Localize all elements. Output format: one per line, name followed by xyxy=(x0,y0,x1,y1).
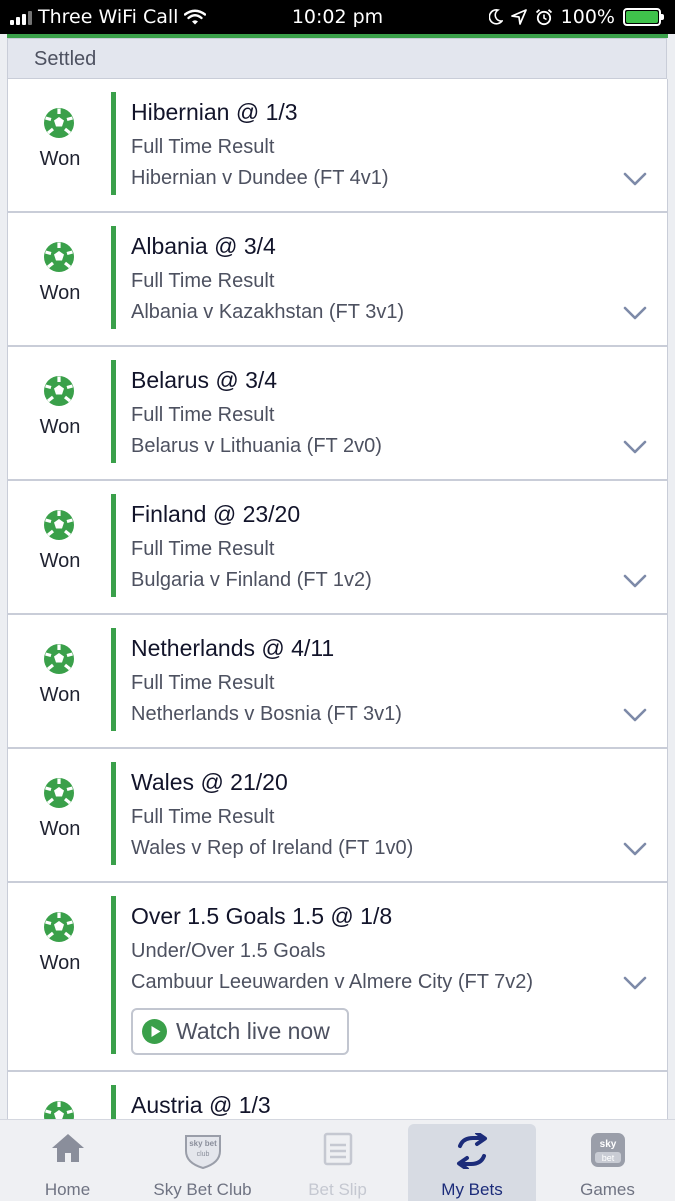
section-title: Settled xyxy=(34,48,97,70)
status-bar-indicator xyxy=(111,92,116,195)
svg-text:club: club xyxy=(196,1151,209,1158)
bet-status: Won xyxy=(39,416,81,438)
bet-selection: Over 1.5 Goals 1.5 @ 1/8 xyxy=(131,903,393,929)
watch-live-button[interactable]: Watch live now xyxy=(131,1008,349,1055)
bet-selection: Albania @ 3/4 xyxy=(131,233,276,259)
bet-event: Albania v Kazakhstan (FT 3v1) xyxy=(131,301,405,323)
bet-market: Full Time Result xyxy=(131,672,275,694)
watch-live-label: Watch live now xyxy=(176,1018,330,1044)
bet-event: Cambuur Leeuwarden v Almere City (FT 7v2… xyxy=(131,971,534,993)
football-icon xyxy=(44,912,74,942)
bet-status: Won xyxy=(39,550,81,572)
tab-sky-bet-club[interactable]: sky bet club Sky Bet Club xyxy=(135,1120,270,1201)
bet-card[interactable]: Won Over 1.5 Goals 1.5 @ 1/8 Under/Over … xyxy=(7,883,668,1072)
bottom-tab-bar: Home sky bet club Sky Bet Club Bet Slip … xyxy=(0,1119,675,1201)
tab-label: Bet Slip xyxy=(308,1180,367,1199)
bet-status: Won xyxy=(39,282,81,304)
bet-market: Full Time Result xyxy=(131,538,275,560)
bet-selection: Austria @ 1/3 xyxy=(131,1092,271,1118)
bet-card[interactable]: Won Belarus @ 3/4 Full Time Result Belar… xyxy=(7,347,668,481)
chevron-down-icon[interactable] xyxy=(623,976,647,990)
alarm-icon xyxy=(535,9,552,26)
bet-event: Bulgaria v Finland (FT 1v2) xyxy=(131,569,372,591)
bet-status: Won xyxy=(39,148,81,170)
chevron-down-icon[interactable] xyxy=(623,574,647,588)
tab-my-bets[interactable]: My Bets xyxy=(408,1124,536,1201)
home-icon xyxy=(51,1134,84,1162)
tab-label: My Bets xyxy=(441,1180,503,1199)
football-icon xyxy=(44,644,74,674)
status-bar-indicator xyxy=(111,762,116,865)
chevron-down-icon[interactable] xyxy=(623,440,647,454)
svg-text:bet: bet xyxy=(601,1153,614,1163)
play-icon xyxy=(142,1019,167,1044)
status-bar: Three WiFi Call 10:02 pm 100% xyxy=(0,0,675,34)
tab-label: Games xyxy=(580,1180,635,1199)
bet-event: Belarus v Lithuania (FT 2v0) xyxy=(131,435,382,457)
football-icon xyxy=(44,242,74,272)
bet-card[interactable]: Won Hibernian @ 1/3 Full Time Result Hib… xyxy=(7,79,668,213)
status-bar-indicator xyxy=(111,226,116,329)
svg-text:sky: sky xyxy=(599,1139,616,1150)
tab-games[interactable]: sky bet Games xyxy=(540,1120,675,1201)
svg-text:sky bet: sky bet xyxy=(189,1139,217,1148)
bet-status: Won xyxy=(39,684,81,706)
bet-list[interactable]: Won Hibernian @ 1/3 Full Time Result Hib… xyxy=(7,79,668,1119)
tab-bet-slip[interactable]: Bet Slip xyxy=(270,1120,405,1201)
bet-event: Netherlands v Bosnia (FT 3v1) xyxy=(131,703,402,725)
bet-slip-icon xyxy=(323,1132,352,1166)
chevron-down-icon[interactable] xyxy=(623,708,647,722)
bet-selection: Belarus @ 3/4 xyxy=(131,367,278,393)
football-icon xyxy=(44,510,74,540)
bet-status: Won xyxy=(39,818,81,840)
status-bar-indicator xyxy=(111,360,116,463)
moon-icon xyxy=(488,9,503,25)
bet-status: Won xyxy=(39,952,81,974)
battery-percent: 100% xyxy=(560,6,615,28)
bet-card[interactable]: Won Wales @ 21/20 Full Time Result Wales… xyxy=(7,749,668,883)
tab-label: Sky Bet Club xyxy=(153,1180,252,1199)
status-bar-indicator xyxy=(111,494,116,597)
bet-card[interactable]: Won Finland @ 23/20 Full Time Result Bul… xyxy=(7,481,668,615)
bet-market: Full Time Result xyxy=(131,136,275,158)
chevron-down-icon[interactable] xyxy=(623,172,647,186)
bet-market: Full Time Result xyxy=(131,404,275,426)
football-icon xyxy=(44,376,74,406)
chevron-down-icon[interactable] xyxy=(623,842,647,856)
status-bar-indicator xyxy=(111,896,116,1054)
football-icon xyxy=(44,1101,74,1119)
bet-selection: Finland @ 23/20 xyxy=(131,501,301,527)
bet-selection: Wales @ 21/20 xyxy=(131,769,288,795)
bet-market: Full Time Result xyxy=(131,270,275,292)
bet-event: Hibernian v Dundee (FT 4v1) xyxy=(131,167,389,189)
settled-section-header: Settled xyxy=(7,38,667,79)
battery-icon xyxy=(623,8,664,26)
my-bets-icon xyxy=(457,1133,487,1169)
bet-selection: Netherlands @ 4/11 xyxy=(131,635,335,661)
tab-label: Home xyxy=(44,1180,91,1199)
sky-bet-club-icon: sky bet club xyxy=(184,1135,221,1170)
bet-card[interactable]: Won Albania @ 3/4 Full Time Result Alban… xyxy=(7,213,668,347)
bet-market: Under/Over 1.5 Goals xyxy=(131,940,326,962)
status-bar-indicator xyxy=(111,628,116,731)
location-icon xyxy=(510,9,527,25)
tab-home[interactable]: Home xyxy=(0,1120,135,1201)
football-icon xyxy=(44,108,74,138)
status-bar-indicator xyxy=(111,1085,116,1119)
bet-card[interactable]: Austria @ 1/3 xyxy=(7,1072,668,1119)
bet-selection: Hibernian @ 1/3 xyxy=(131,99,298,125)
bet-card[interactable]: Won Netherlands @ 4/11 Full Time Result … xyxy=(7,615,668,749)
bet-market: Full Time Result xyxy=(131,806,275,828)
football-icon xyxy=(44,778,74,808)
games-icon: sky bet xyxy=(590,1133,625,1167)
bet-event: Wales v Rep of Ireland (FT 1v0) xyxy=(131,837,414,859)
chevron-down-icon[interactable] xyxy=(623,306,647,320)
